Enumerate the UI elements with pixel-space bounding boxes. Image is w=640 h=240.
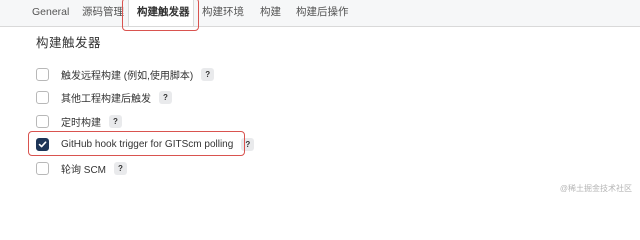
help-icon[interactable]: ?	[201, 67, 215, 81]
option-highlight-box	[28, 131, 245, 156]
config-tab-bar: General 源码管理 构建触发器 构建环境 构建 构建后操作	[0, 0, 640, 27]
checkbox-build-periodically[interactable]	[36, 114, 49, 128]
checkbox-trigger-remote-build[interactable]	[36, 67, 49, 81]
tab-build-environment[interactable]: 构建环境	[194, 0, 252, 26]
help-icon[interactable]: ?	[114, 161, 127, 175]
help-icon[interactable]: ?	[109, 114, 122, 128]
help-icon[interactable]: ?	[159, 90, 172, 104]
option-label: 其他工程构建后触发	[61, 93, 151, 105]
checkbox-build-after-other-projects[interactable]	[36, 90, 49, 104]
option-label: 触发远程构建 (例如,使用脚本)	[61, 70, 194, 82]
option-poll-scm: 轮询 SCM ?	[36, 159, 127, 177]
tab-post-build-actions[interactable]: 构建后操作	[288, 0, 357, 26]
option-build-after-other-projects: 其他工程构建后触发 ?	[36, 88, 172, 106]
option-label: 定时构建	[61, 117, 101, 129]
watermark: @稀土掘金技术社区	[559, 184, 632, 193]
section-title: 构建触发器	[36, 36, 102, 50]
checkbox-poll-scm[interactable]	[36, 161, 49, 175]
option-trigger-remote-build: 触发远程构建 (例如,使用脚本) ?	[36, 65, 215, 83]
tab-general[interactable]: General	[24, 0, 77, 26]
option-build-periodically: 定时构建 ?	[36, 112, 122, 130]
page: General 源码管理 构建触发器 构建环境 构建 构建后操作 构建触发器 触…	[0, 0, 640, 200]
option-label: 轮询 SCM	[61, 164, 106, 176]
tab-build[interactable]: 构建	[252, 0, 289, 26]
active-tab-highlight-box	[122, 0, 199, 31]
